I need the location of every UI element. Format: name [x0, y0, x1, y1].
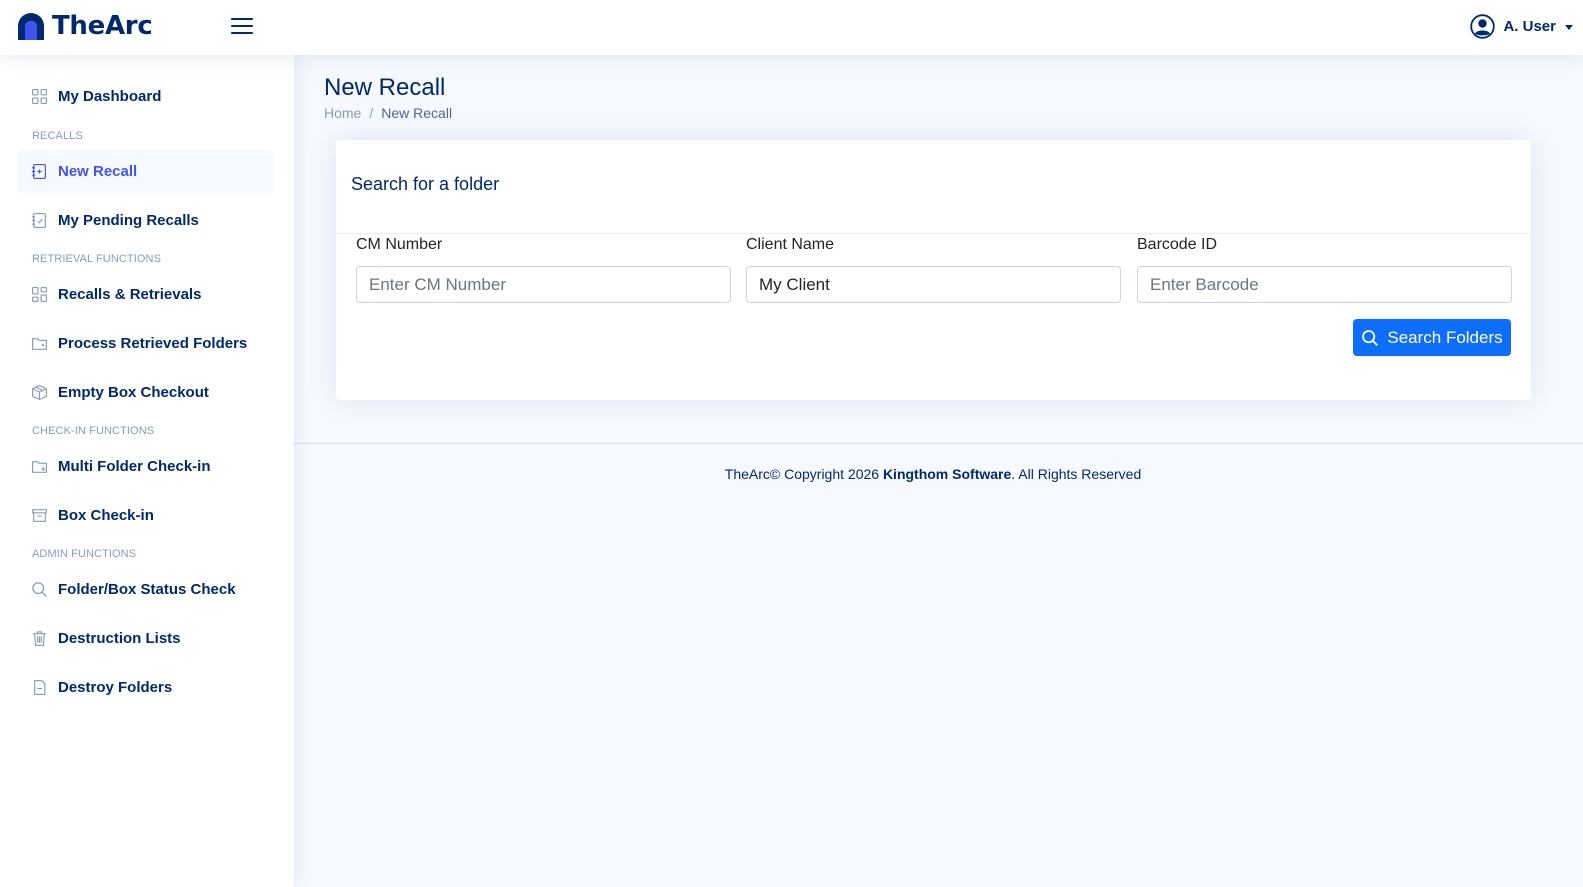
sidebar-heading-retrieval: RETRIEVAL FUNCTIONS	[32, 253, 162, 265]
sidebar-item-box-checkin[interactable]: Box Check-in	[17, 494, 274, 537]
grid-icon	[32, 287, 47, 302]
footer-rights: . All Rights Reserved	[1011, 466, 1142, 482]
breadcrumb-separator: /	[369, 105, 374, 121]
archive-icon	[32, 509, 47, 522]
sidebar-item-label: Box Check-in	[58, 507, 154, 524]
sidebar-item-destroy-folders[interactable]: Destroy Folders	[17, 666, 274, 709]
sidebar-item-label: New Recall	[58, 163, 138, 180]
sidebar-item-label: Empty Box Checkout	[58, 384, 209, 401]
sidebar-item-label: Folder/Box Status Check	[58, 581, 236, 598]
sidebar-item-destruction-lists[interactable]: Destruction Lists	[17, 617, 274, 660]
footer: TheArc© Copyright 2026 Kingthom Software…	[294, 466, 1572, 482]
client-name-label: Client Name	[746, 236, 835, 253]
recall-icon	[32, 164, 46, 179]
sidebar-item-label: My Pending Recalls	[58, 212, 199, 229]
logo[interactable]: TheArc	[16, 10, 153, 42]
cm-number-label: CM Number	[356, 236, 443, 253]
user-menu[interactable]: A. User	[1470, 13, 1573, 39]
sidebar-item-new-recall[interactable]: New Recall	[17, 150, 274, 193]
sidebar-item-label: Process Retrieved Folders	[58, 335, 248, 352]
checklist-icon	[32, 213, 46, 228]
sidebar-item-empty-box-checkout[interactable]: Empty Box Checkout	[17, 371, 274, 414]
sidebar-item-label: Destroy Folders	[58, 679, 173, 696]
file-icon	[34, 680, 46, 695]
app-name: TheArc	[52, 11, 153, 41]
search-icon	[32, 582, 47, 597]
breadcrumb-current: New Recall	[381, 105, 453, 121]
user-circle-icon	[1470, 13, 1496, 39]
search-icon	[1362, 329, 1379, 346]
dashboard-grid-icon	[32, 89, 47, 104]
top-header: TheArc A. User	[0, 0, 1583, 55]
trash-icon	[33, 631, 46, 646]
client-name-input[interactable]	[746, 266, 1121, 303]
footer-company: Kingthom Software	[882, 466, 1012, 482]
sidebar-item-status-check[interactable]: Folder/Box Status Check	[17, 568, 274, 611]
sidebar-item-label: Multi Folder Check-in	[58, 458, 211, 475]
sidebar-item-pending-recalls[interactable]: My Pending Recalls	[17, 199, 274, 242]
sidebar-item-process-retrieved[interactable]: Process Retrieved Folders	[17, 322, 274, 365]
barcode-id-label: Barcode ID	[1137, 236, 1218, 253]
sidebar-item-multi-folder-checkin[interactable]: Multi Folder Check-in	[17, 445, 274, 488]
box-icon	[32, 384, 47, 401]
sidebar-item-dashboard[interactable]: My Dashboard	[17, 75, 274, 118]
arch-logo-icon	[18, 13, 44, 40]
sidebar-item-label: Destruction Lists	[58, 630, 181, 647]
breadcrumb: Home / New Recall	[324, 105, 452, 121]
folder-icon	[32, 338, 47, 350]
card-title: Search for a folder	[351, 174, 500, 194]
sidebar-heading-admin: ADMIN FUNCTIONS	[32, 548, 137, 560]
card-divider	[336, 233, 1531, 234]
user-name: A. User	[1503, 17, 1556, 35]
footer-divider	[294, 443, 1583, 444]
sidebar-item-recalls-retrievals[interactable]: Recalls & Retrievals	[17, 273, 274, 316]
sidebar-heading-checkin: CHECK-IN FUNCTIONS	[32, 425, 155, 437]
chevron-down-icon	[1565, 24, 1573, 30]
folder-checkin-icon	[32, 461, 47, 473]
sidebar-item-label: Recalls & Retrievals	[58, 286, 202, 303]
cm-number-input[interactable]	[356, 266, 731, 303]
sidebar: My Dashboard RECALLS New Recall My Pendi…	[0, 55, 294, 887]
sidebar-item-label: My Dashboard	[58, 88, 162, 105]
search-folders-button[interactable]: Search Folders	[1353, 319, 1511, 356]
search-folders-label: Search Folders	[1387, 327, 1503, 347]
search-folder-card: Search for a folder CM Number Client Nam…	[336, 140, 1531, 400]
footer-copyright: TheArc© Copyright 2026	[724, 466, 883, 482]
sidebar-heading-recalls: RECALLS	[32, 130, 83, 142]
breadcrumb-home[interactable]: Home	[324, 105, 361, 121]
page-title: New Recall	[324, 74, 446, 101]
barcode-input[interactable]	[1137, 266, 1512, 303]
hamburger-icon[interactable]	[230, 14, 254, 38]
